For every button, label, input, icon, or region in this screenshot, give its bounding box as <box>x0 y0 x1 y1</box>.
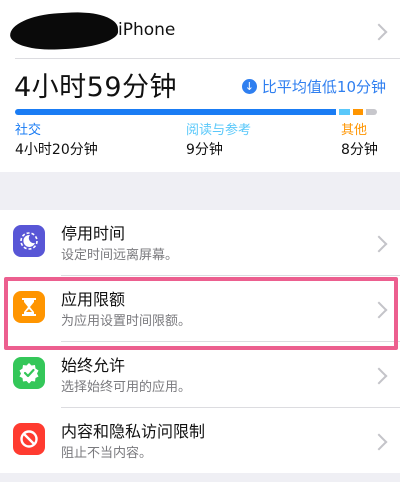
row-title: 应用限额 <box>61 290 126 309</box>
chevron-right-icon <box>370 433 388 451</box>
chevron-right-icon <box>370 367 388 385</box>
usage-bar-segment <box>15 109 336 115</box>
category-label: 阅读与参考 <box>186 123 252 138</box>
row-app-limits[interactable]: 应用限额 为应用设置时间限额。 <box>0 276 400 341</box>
settings-list: 停用时间 设定时间远离屏幕。 应用限额 为应用设置时间限额。 始终允许 选择始终… <box>0 210 400 473</box>
category-value: 8分钟 <box>341 142 378 158</box>
screen-time-screen: iPhone 4小时59分钟 ↓ 比平均值低10分钟 社交 4小时20分钟 阅读… <box>0 0 400 482</box>
row-title: 停用时间 <box>61 224 126 243</box>
row-subtitle: 为应用设置时间限额。 <box>61 314 192 329</box>
checkmark-badge-icon <box>13 357 45 389</box>
category-label: 其他 <box>341 123 368 138</box>
usage-bar-segment <box>353 109 363 115</box>
row-subtitle: 设定时间远离屏幕。 <box>61 248 179 263</box>
category-reading: 阅读与参考 9分钟 <box>186 123 251 159</box>
average-comparison: ↓ 比平均值低10分钟 <box>241 76 386 97</box>
row-title: 始终允许 <box>61 356 126 375</box>
total-screen-time: 4小时59分钟 <box>14 72 178 103</box>
row-subtitle: 阻止不当内容。 <box>61 446 153 461</box>
category-value: 9分钟 <box>186 142 223 158</box>
arrow-down-circle-icon: ↓ <box>241 79 257 94</box>
usage-bar-segment <box>366 109 377 115</box>
device-row[interactable]: iPhone <box>0 0 400 58</box>
category-other: 其他 8分钟 <box>341 123 378 159</box>
row-downtime[interactable]: 停用时间 设定时间远离屏幕。 <box>0 210 400 275</box>
redacted-device-owner <box>9 10 119 52</box>
chevron-right-icon <box>370 23 388 41</box>
row-content-privacy[interactable]: 内容和隐私访问限制 阻止不当内容。 <box>0 408 400 473</box>
row-title: 内容和隐私访问限制 <box>61 422 206 441</box>
hourglass-icon <box>13 291 45 323</box>
usage-bar <box>15 109 385 115</box>
category-social: 社交 4小时20分钟 <box>15 123 98 159</box>
restricted-icon <box>13 423 45 455</box>
device-name: iPhone <box>118 20 176 40</box>
chevron-right-icon <box>370 301 388 319</box>
chevron-right-icon <box>370 235 388 253</box>
category-label: 社交 <box>15 123 42 138</box>
average-comparison-text: 比平均值低10分钟 <box>261 78 386 96</box>
divider <box>15 58 400 59</box>
row-subtitle: 选择始终可用的应用。 <box>61 380 192 395</box>
usage-bar-segment <box>339 109 350 115</box>
category-value: 4小时20分钟 <box>15 142 98 158</box>
moon-clock-icon <box>13 225 45 257</box>
row-always-allowed[interactable]: 始终允许 选择始终可用的应用。 <box>0 342 400 407</box>
usage-summary-card: iPhone 4小时59分钟 ↓ 比平均值低10分钟 社交 4小时20分钟 阅读… <box>0 0 400 172</box>
